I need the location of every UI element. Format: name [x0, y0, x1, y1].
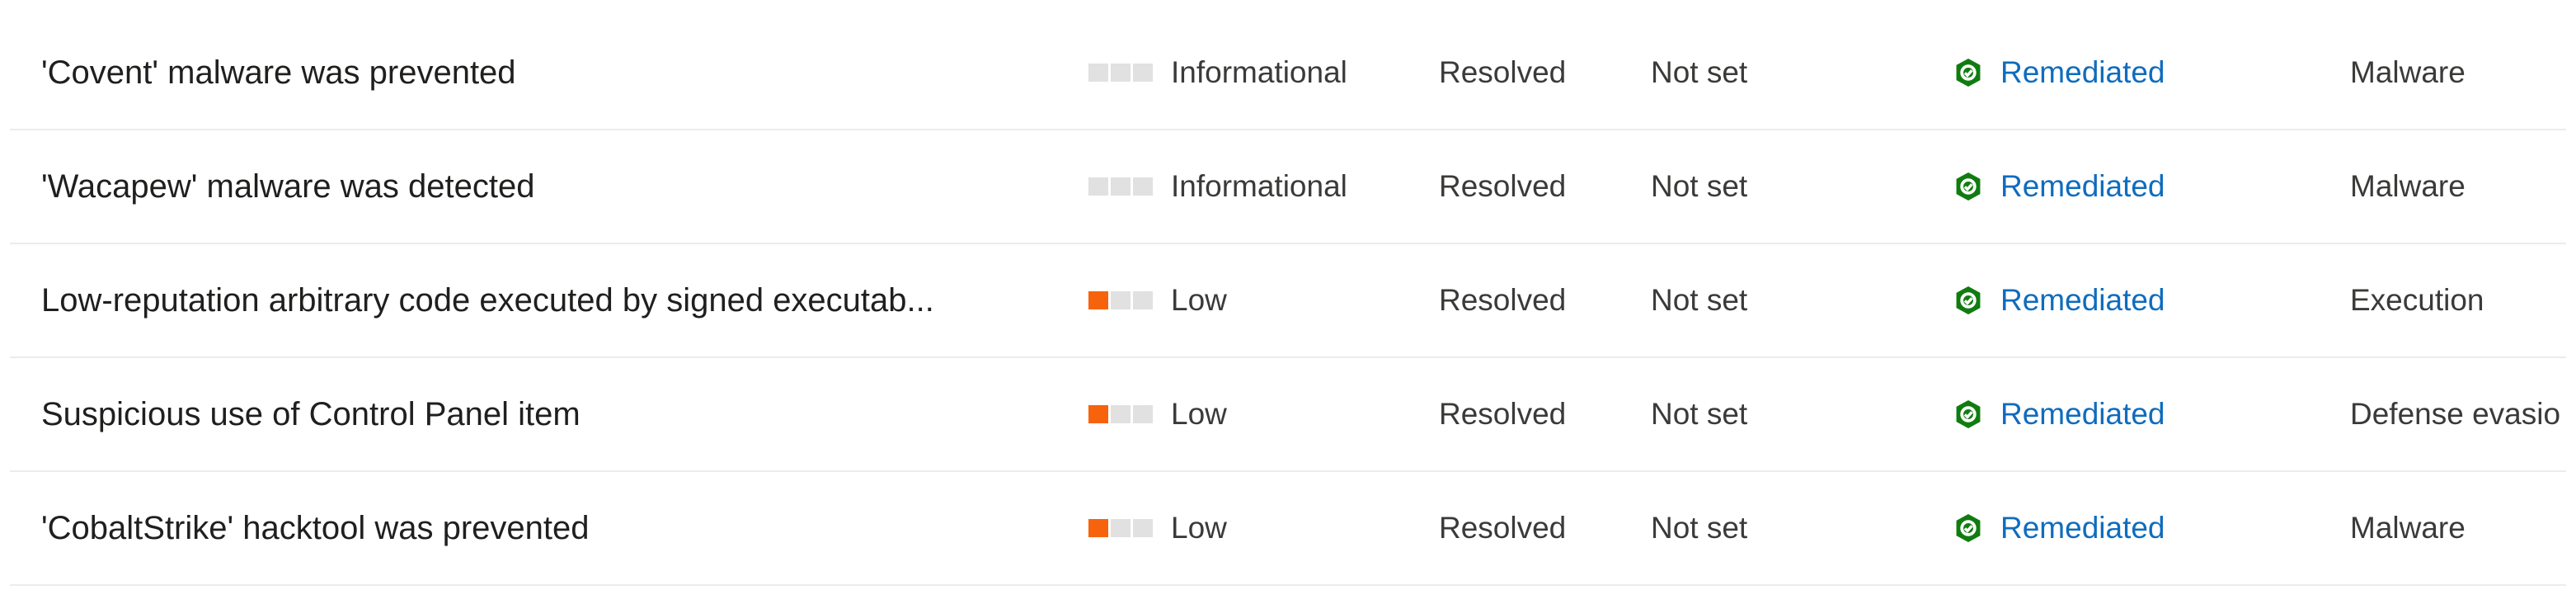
investigation-state-link[interactable]: Remediated	[1954, 130, 2301, 243]
category-value: Malware	[2350, 55, 2466, 89]
alert-title[interactable]: Low-reputation arbitrary code executed b…	[41, 244, 1072, 356]
table-row[interactable]: 'Covent' malware was prevented Informati…	[10, 17, 2566, 130]
classification-value: Not set	[1651, 511, 1748, 545]
investigation-state-link[interactable]: Remediated	[1954, 358, 2301, 470]
severity-bars-icon	[1088, 291, 1153, 309]
severity-bar	[1088, 405, 1108, 423]
severity-bar	[1111, 291, 1131, 309]
severity-bar	[1133, 519, 1153, 537]
severity-cell: Low	[1088, 244, 1418, 356]
table-row[interactable]: Suspicious use of Control Panel item Low…	[10, 358, 2566, 472]
investigation-state-label[interactable]: Remediated	[2000, 511, 2165, 545]
severity-bar	[1111, 64, 1131, 82]
classification-value: Not set	[1651, 397, 1748, 431]
severity-bar	[1133, 64, 1153, 82]
classification-value: Not set	[1651, 283, 1748, 317]
severity-label: Informational	[1171, 55, 1347, 89]
severity-bar	[1088, 291, 1108, 309]
severity-cell: Low	[1088, 358, 1418, 470]
investigation-state-label[interactable]: Remediated	[2000, 283, 2165, 318]
severity-label: Low	[1171, 283, 1227, 317]
severity-bar	[1111, 177, 1131, 196]
severity-bar	[1088, 519, 1108, 537]
status-value: Resolved	[1439, 397, 1567, 431]
severity-bar	[1111, 405, 1131, 423]
investigation-state-label[interactable]: Remediated	[2000, 169, 2165, 204]
shield-check-icon	[1956, 400, 1981, 428]
severity-label: Low	[1171, 511, 1227, 545]
shield-check-icon	[1956, 59, 1981, 87]
alert-title[interactable]: 'Covent' malware was prevented	[41, 17, 1072, 129]
alerts-table: 'Covent' malware was prevented Informati…	[0, 0, 2576, 609]
severity-bar	[1088, 64, 1108, 82]
severity-bar	[1133, 177, 1153, 196]
status-value: Resolved	[1439, 283, 1567, 317]
status-value: Resolved	[1439, 55, 1567, 89]
investigation-state-label[interactable]: Remediated	[2000, 55, 2165, 90]
alert-title[interactable]: 'Wacapew' malware was detected	[41, 130, 1072, 243]
classification-value: Not set	[1651, 169, 1748, 203]
alert-title[interactable]: Suspicious use of Control Panel item	[41, 358, 1072, 470]
table-row[interactable]: 'CobaltStrike' hacktool was prevented Lo…	[10, 472, 2566, 586]
severity-bars-icon	[1088, 405, 1153, 423]
investigation-state-link[interactable]: Remediated	[1954, 472, 2301, 584]
classification-value: Not set	[1651, 55, 1748, 89]
shield-check-icon	[1956, 514, 1981, 542]
table-row[interactable]: Low-reputation arbitrary code executed b…	[10, 244, 2566, 358]
category-value: Malware	[2350, 169, 2466, 203]
status-value: Resolved	[1439, 511, 1567, 545]
severity-cell: Informational	[1088, 130, 1418, 243]
category-value: Execution	[2350, 283, 2484, 317]
investigation-state-link[interactable]: Remediated	[1954, 244, 2301, 356]
severity-label: Informational	[1171, 169, 1347, 203]
severity-bar	[1088, 177, 1108, 196]
severity-bar	[1133, 405, 1153, 423]
severity-bars-icon	[1088, 177, 1153, 196]
severity-cell: Low	[1088, 472, 1418, 584]
severity-bars-icon	[1088, 519, 1153, 537]
investigation-state-label[interactable]: Remediated	[2000, 397, 2165, 432]
alert-title[interactable]: 'CobaltStrike' hacktool was prevented	[41, 472, 1072, 584]
severity-bar	[1133, 291, 1153, 309]
shield-check-icon	[1956, 286, 1981, 314]
severity-label: Low	[1171, 397, 1227, 431]
severity-bars-icon	[1088, 64, 1153, 82]
category-value: Malware	[2350, 511, 2466, 545]
category-value: Defense evasio	[2350, 397, 2561, 431]
shield-check-icon	[1956, 172, 1981, 201]
investigation-state-link[interactable]: Remediated	[1954, 17, 2301, 129]
table-row[interactable]: 'Wacapew' malware was detected Informati…	[10, 130, 2566, 244]
severity-bar	[1111, 519, 1131, 537]
status-value: Resolved	[1439, 169, 1567, 203]
severity-cell: Informational	[1088, 17, 1418, 129]
